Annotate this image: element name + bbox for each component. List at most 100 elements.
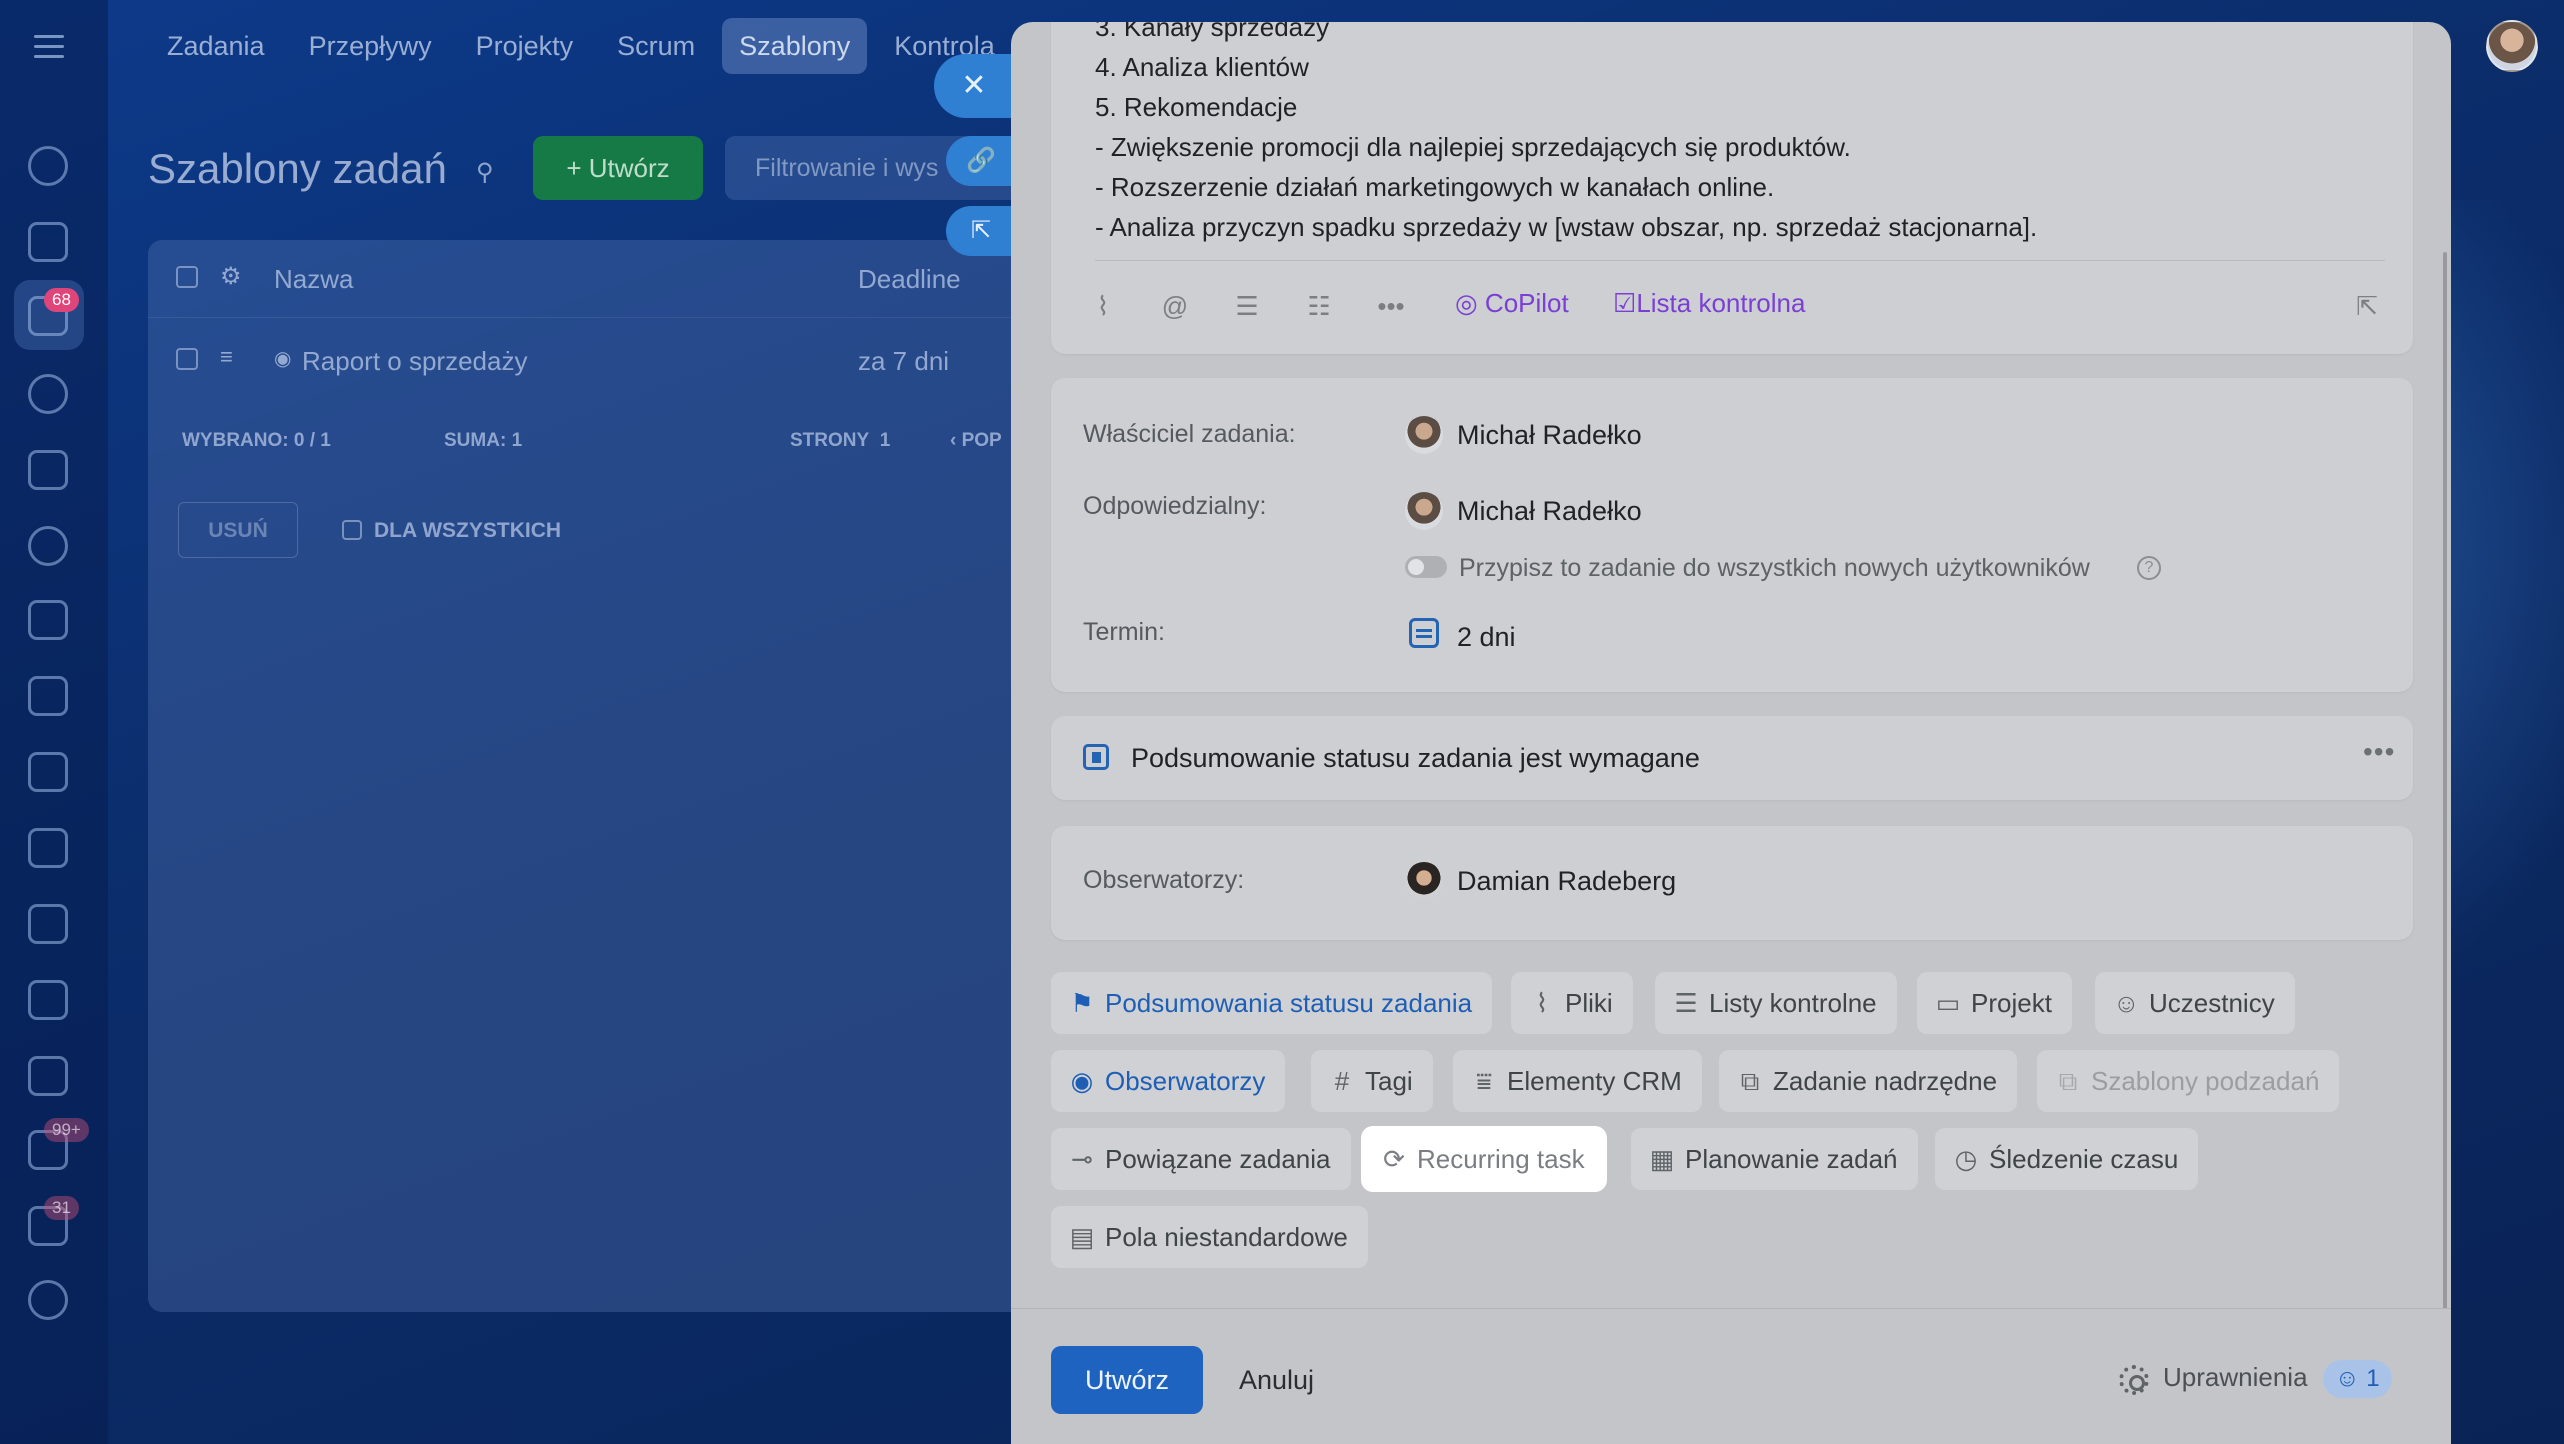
menu-icon[interactable] bbox=[34, 35, 64, 65]
description-line: 3. Kanały sprzedaży bbox=[1095, 22, 1330, 42]
help-icon[interactable]: ? bbox=[2137, 556, 2161, 580]
assign-all-toggle[interactable] bbox=[1405, 556, 1447, 578]
chip-checklists[interactable]: ☰ Listy kontrolne bbox=[1655, 972, 1897, 1034]
chip-related-tasks[interactable]: ⊸ Powiązane zadania bbox=[1051, 1128, 1351, 1190]
rail-knowledge-icon[interactable] bbox=[28, 676, 68, 716]
rail-shop-icon[interactable] bbox=[28, 1056, 68, 1096]
owner-name[interactable]: Michał Radełko bbox=[1457, 420, 1642, 451]
chip-tags[interactable]: # Tagi bbox=[1311, 1050, 1433, 1112]
user-avatar[interactable] bbox=[2486, 20, 2538, 72]
checklist-icon: ☰ bbox=[1674, 988, 1698, 1018]
rail-chat-icon[interactable] bbox=[28, 374, 68, 414]
person-icon: ☺ bbox=[2113, 988, 2140, 1018]
status-summary-icon bbox=[1083, 744, 1109, 770]
more-icon[interactable]: ••• bbox=[1375, 290, 1407, 322]
rail-sites-icon[interactable] bbox=[28, 904, 68, 944]
chip-subtask-templates[interactable]: ⧉ Szablony podzadań bbox=[2037, 1050, 2340, 1112]
observer-name[interactable]: Damian Radeberg bbox=[1457, 866, 1676, 897]
rail-settings-icon[interactable] bbox=[28, 1280, 68, 1320]
row-checkbox[interactable] bbox=[176, 348, 198, 370]
copy-link-button[interactable]: 🔗 bbox=[946, 136, 1016, 186]
flag-icon: ⚑ bbox=[1070, 988, 1094, 1018]
templates-grid: ⚙ Nazwa Deadline ≡ ◉ Raport o sprzedaży … bbox=[148, 240, 1048, 1312]
stopwatch-icon: ◷ bbox=[1954, 1144, 1978, 1174]
rail-badge-messages: 68 bbox=[44, 288, 79, 312]
more-options-icon[interactable]: ••• bbox=[2363, 736, 2395, 768]
cancel-button[interactable]: Anuluj bbox=[1239, 1346, 1314, 1414]
copilot-button[interactable]: ◎ CoPilot bbox=[1455, 288, 1569, 319]
prev-page-link[interactable]: ‹ POP bbox=[950, 430, 1002, 452]
owner-label: Właściciel zadania: bbox=[1083, 420, 1296, 448]
rail-inventory-icon[interactable] bbox=[28, 980, 68, 1020]
description-line: 5. Rekomendacje bbox=[1095, 92, 1298, 122]
responsible-name[interactable]: Michał Radełko bbox=[1457, 496, 1642, 527]
tab-przeplywy[interactable]: Przepływy bbox=[292, 18, 449, 74]
chip-project[interactable]: ▭ Projekt bbox=[1917, 972, 2072, 1034]
term-label: Termin: bbox=[1083, 618, 1165, 646]
pin-icon[interactable]: ⚲ bbox=[476, 158, 500, 186]
chip-observers[interactable]: ◉ Obserwatorzy bbox=[1051, 1050, 1286, 1112]
chip-participants[interactable]: ☺ Uczestnicy bbox=[2095, 972, 2295, 1034]
panel-scrollbar[interactable] bbox=[2443, 252, 2447, 1332]
link-icon: ⊸ bbox=[1071, 1144, 1093, 1174]
rail-badge-other: 31 bbox=[44, 1196, 79, 1220]
tab-zadania[interactable]: Zadania bbox=[150, 18, 282, 74]
people-card: Właściciel zadania: Michał Radełko Odpow… bbox=[1051, 378, 2413, 692]
rail-crm-icon[interactable] bbox=[28, 526, 68, 566]
chip-files[interactable]: ⌇ Pliki bbox=[1511, 972, 1633, 1034]
attach-icon[interactable]: ⌇ bbox=[1087, 290, 1119, 322]
responsible-avatar bbox=[1405, 492, 1443, 530]
delete-button[interactable]: USUŃ bbox=[178, 502, 298, 558]
grid-settings-icon[interactable]: ⚙ bbox=[220, 262, 242, 291]
open-new-window-button[interactable]: ⇱ bbox=[946, 206, 1016, 256]
row-name[interactable]: Raport o sprzedaży bbox=[302, 346, 527, 377]
description-line: - Rozszerzenie działań marketingowych w … bbox=[1095, 172, 1775, 202]
crm-icon: ⩸ bbox=[1476, 1066, 1492, 1096]
column-header-deadline[interactable]: Deadline bbox=[858, 264, 961, 295]
chip-time-tracking[interactable]: ◷ Śledzenie czasu bbox=[1935, 1128, 2199, 1190]
chip-custom-fields[interactable]: ▤ Pola niestandardowe bbox=[1051, 1206, 1368, 1268]
selected-count: WYBRANO: 0 / 1 bbox=[182, 430, 331, 451]
bullet-list-icon[interactable]: ☰ bbox=[1231, 290, 1263, 322]
chip-crm-elements[interactable]: ⩸ Elementy CRM bbox=[1453, 1050, 1702, 1112]
gear-icon[interactable] bbox=[2119, 1365, 2149, 1395]
chip-task-planning[interactable]: ▦ Planowanie zadań bbox=[1631, 1128, 1918, 1190]
row-status-icon: ◉ bbox=[274, 348, 292, 370]
checklist-button[interactable]: ☑Lista kontrolna bbox=[1613, 288, 1805, 319]
create-template-button[interactable]: + Utwórz bbox=[533, 136, 703, 200]
divider bbox=[1095, 260, 2385, 261]
row-menu-icon[interactable]: ≡ bbox=[220, 344, 233, 370]
row-deadline: za 7 dni bbox=[858, 346, 950, 376]
numbered-list-icon[interactable]: ☷ bbox=[1303, 290, 1335, 322]
repeat-icon: ⟳ bbox=[1383, 1144, 1405, 1174]
parent-task-icon: ⧉ bbox=[1740, 1066, 1760, 1096]
custom-fields-icon: ▤ bbox=[1069, 1222, 1095, 1252]
mention-icon[interactable]: @ bbox=[1159, 290, 1191, 322]
tab-scrum[interactable]: Scrum bbox=[600, 18, 712, 74]
chip-parent-task[interactable]: ⧉ Zadanie nadrzędne bbox=[1719, 1050, 2018, 1112]
column-header-name[interactable]: Nazwa bbox=[274, 264, 353, 295]
calendar-icon bbox=[1409, 618, 1439, 648]
rail-calendar-icon[interactable] bbox=[28, 600, 68, 640]
tab-projekty[interactable]: Projekty bbox=[459, 18, 591, 74]
rail-feed-icon[interactable] bbox=[28, 146, 68, 186]
create-button[interactable]: Utwórz bbox=[1051, 1346, 1203, 1414]
owner-avatar bbox=[1405, 416, 1443, 454]
term-value[interactable]: 2 dni bbox=[1457, 622, 1516, 653]
fullscreen-editor-icon[interactable]: ⇱ bbox=[2351, 290, 2383, 322]
responsible-label: Odpowiedzialny: bbox=[1083, 492, 1267, 520]
permissions-button[interactable]: Uprawnienia bbox=[2163, 1362, 2308, 1393]
folder-icon: ▭ bbox=[1935, 988, 1961, 1018]
participants-badge[interactable]: ☺ 1 bbox=[2323, 1360, 2392, 1398]
select-all-checkbox[interactable] bbox=[176, 266, 198, 288]
for-all-checkbox[interactable] bbox=[342, 520, 362, 540]
rail-drive-icon[interactable] bbox=[28, 752, 68, 792]
chip-status-summaries[interactable]: ⚑ Podsumowania statusu zadania bbox=[1051, 972, 1493, 1034]
close-panel-button[interactable]: ✕ bbox=[934, 54, 1014, 118]
page-title: Szablony zadań bbox=[148, 145, 447, 192]
rail-automation-icon[interactable] bbox=[28, 450, 68, 490]
rail-docs-icon[interactable] bbox=[28, 828, 68, 868]
tab-szablony[interactable]: Szablony bbox=[722, 18, 868, 74]
rail-documents-icon[interactable] bbox=[28, 222, 68, 262]
chip-recurring-task[interactable]: ⟳ Recurring task bbox=[1363, 1128, 1605, 1190]
